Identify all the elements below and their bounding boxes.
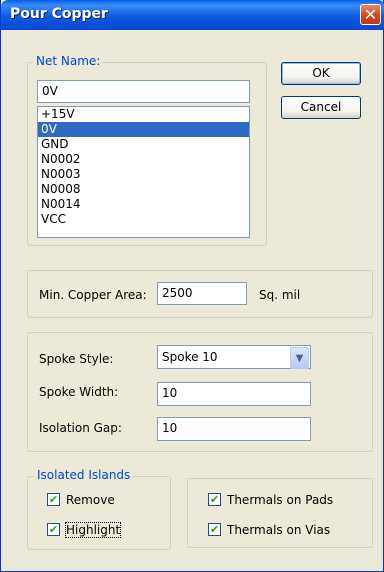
net-name-list[interactable]: +15V 0V GND N0002 N0003 N0008 N0014 VCC <box>37 106 250 238</box>
isolated-islands-legend: Isolated Islands <box>35 468 133 482</box>
copper-area-label: Min. Copper Area: <box>39 288 147 302</box>
title-bar[interactable]: Pour Copper ✕ <box>1 0 384 30</box>
thermals-pads-label[interactable]: Thermals on Pads <box>227 493 333 507</box>
spoke-width-label: Spoke Width: <box>39 385 119 399</box>
thermals-vias-checkbox[interactable]: ✔ <box>208 523 221 536</box>
close-icon[interactable]: ✕ <box>360 4 381 25</box>
net-list-item[interactable]: N0014 <box>38 197 249 212</box>
chevron-down-icon[interactable]: ▼ <box>290 347 309 369</box>
copper-area-unit: Sq. mil <box>259 288 301 302</box>
thermals-group <box>187 478 373 548</box>
net-list-item[interactable]: N0003 <box>38 167 249 182</box>
highlight-label[interactable]: Highlight <box>64 522 122 538</box>
net-list-item[interactable]: N0008 <box>38 182 249 197</box>
isolation-gap-label: Isolation Gap: <box>39 421 122 435</box>
pour-copper-dialog: Pour Copper ✕ Net Name: 0V +15V 0V GND N000… <box>0 0 384 572</box>
net-list-item[interactable]: 0V <box>38 122 249 137</box>
net-list-item[interactable]: GND <box>38 137 249 152</box>
thermals-pads-checkbox[interactable]: ✔ <box>208 493 221 506</box>
isolation-gap-input[interactable]: 10 <box>157 417 311 441</box>
net-name-input[interactable]: 0V <box>37 80 250 103</box>
cancel-button[interactable]: Cancel <box>281 96 361 119</box>
ok-button[interactable]: OK <box>281 62 361 85</box>
thermals-vias-label[interactable]: Thermals on Vias <box>227 523 330 537</box>
spoke-style-value: Spoke 10 <box>162 350 218 364</box>
copper-area-input[interactable]: 2500 <box>157 282 247 305</box>
net-list-item[interactable]: VCC <box>38 212 249 227</box>
isolated-islands-group <box>27 476 171 550</box>
net-list-item[interactable]: N0002 <box>38 152 249 167</box>
remove-label[interactable]: Remove <box>66 493 115 507</box>
spoke-style-select[interactable]: Spoke 10 ▼ <box>157 345 311 369</box>
net-list-item[interactable]: +15V <box>38 107 249 122</box>
remove-checkbox[interactable]: ✔ <box>47 493 60 506</box>
net-name-legend: Net Name: <box>34 54 103 68</box>
spoke-style-label: Spoke Style: <box>39 352 114 366</box>
window-title: Pour Copper <box>10 6 108 22</box>
spoke-width-input[interactable]: 10 <box>157 382 311 406</box>
highlight-checkbox[interactable]: ✔ <box>47 523 60 536</box>
